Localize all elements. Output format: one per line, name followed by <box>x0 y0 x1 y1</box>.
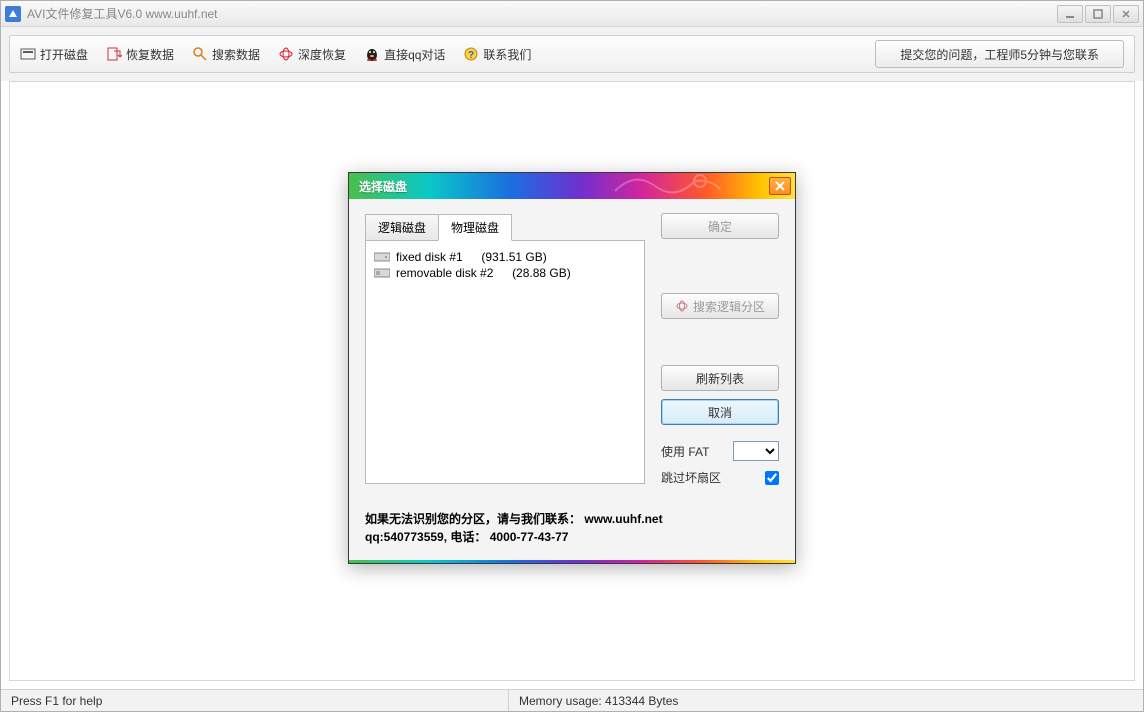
open-disk-label: 打开磁盘 <box>40 46 88 63</box>
dialog-title: 选择磁盘 <box>359 178 769 195</box>
list-item[interactable]: removable disk #2 (28.88 GB) <box>372 265 638 281</box>
hard-disk-icon <box>374 251 390 263</box>
use-fat-row: 使用 FAT <box>661 441 779 461</box>
dialog-border <box>349 560 795 563</box>
ok-button[interactable]: 确定 <box>661 213 779 239</box>
footer-line1: 如果无法识别您的分区，请与我们联系： www.uuhf.net <box>365 510 779 528</box>
ok-label: 确定 <box>708 218 732 235</box>
footer-link[interactable]: www.uuhf.net <box>584 512 662 526</box>
spacer <box>661 247 779 285</box>
disk-size: (931.51 GB) <box>481 250 546 264</box>
skip-bad-checkbox[interactable] <box>765 471 779 485</box>
window-title: AVI文件修复工具V6.0 www.uuhf.net <box>27 5 1057 22</box>
recover-data-label: 恢复数据 <box>126 46 174 63</box>
recover-data-button[interactable]: 恢复数据 <box>106 46 174 63</box>
skip-bad-row: 跳过坏扇区 <box>661 469 779 486</box>
dialog-left-column: 逻辑磁盘 物理磁盘 fixed disk #1 (931.51 GB) remo… <box>365 213 645 486</box>
search-data-label: 搜索数据 <box>212 46 260 63</box>
skip-bad-label: 跳过坏扇区 <box>661 469 721 486</box>
deep-recover-button[interactable]: 深度恢复 <box>278 46 346 63</box>
select-disk-dialog: 选择磁盘 逻辑磁盘 物理磁盘 fixed disk #1 <box>348 172 796 564</box>
refresh-label: 刷新列表 <box>696 370 744 387</box>
deep-recover-icon <box>278 46 294 62</box>
toolbar: 打开磁盘 恢复数据 搜索数据 深度恢复 <box>9 35 1135 73</box>
removable-disk-icon <box>374 267 390 279</box>
qq-chat-label: 直接qq对话 <box>384 46 445 63</box>
dialog-close-button[interactable] <box>769 177 791 195</box>
use-fat-select[interactable] <box>733 441 779 461</box>
window-controls <box>1057 5 1139 23</box>
dialog-footer: 如果无法识别您的分区，请与我们联系： www.uuhf.net qq:54077… <box>349 502 795 560</box>
status-help: Press F1 for help <box>1 690 509 711</box>
deep-recover-label: 深度恢复 <box>298 46 346 63</box>
titlebar: AVI文件修复工具V6.0 www.uuhf.net <box>1 1 1143 27</box>
close-icon <box>1121 9 1131 19</box>
qq-chat-button[interactable]: 直接qq对话 <box>364 46 445 63</box>
statusbar: Press F1 for help Memory usage: 413344 B… <box>1 689 1143 711</box>
minimize-button[interactable] <box>1057 5 1083 23</box>
search-logical-button[interactable]: 搜索逻辑分区 <box>661 293 779 319</box>
footer-line2: qq:540773559, 电话： 4000-77-43-77 <box>365 528 779 546</box>
footer-text: 如果无法识别您的分区，请与我们联系： <box>365 512 581 526</box>
close-button[interactable] <box>1113 5 1139 23</box>
disk-list[interactable]: fixed disk #1 (931.51 GB) removable disk… <box>365 240 645 484</box>
contact-us-button[interactable]: ? 联系我们 <box>463 46 531 63</box>
qq-icon <box>364 46 380 62</box>
open-disk-button[interactable]: 打开磁盘 <box>20 46 88 63</box>
tab-physical-disk[interactable]: 物理磁盘 <box>438 214 512 241</box>
cancel-label: 取消 <box>708 404 732 421</box>
submit-question-button[interactable]: 提交您的问题，工程师5分钟与您联系 <box>875 40 1124 68</box>
app-icon <box>5 6 21 22</box>
disk-size: (28.88 GB) <box>512 266 571 280</box>
dialog-right-column: 确定 搜索逻辑分区 刷新列表 取消 使用 FAT 跳过坏扇区 <box>661 213 779 486</box>
disk-tabs: 逻辑磁盘 物理磁盘 <box>365 213 645 240</box>
maximize-icon <box>1093 9 1103 19</box>
close-icon <box>775 181 785 191</box>
search-icon <box>192 46 208 62</box>
list-item[interactable]: fixed disk #1 (931.51 GB) <box>372 249 638 265</box>
contact-us-label: 联系我们 <box>483 46 531 63</box>
dialog-body: 逻辑磁盘 物理磁盘 fixed disk #1 (931.51 GB) remo… <box>349 199 795 502</box>
submit-question-label: 提交您的问题，工程师5分钟与您联系 <box>900 46 1099 63</box>
refresh-button[interactable]: 刷新列表 <box>661 365 779 391</box>
spacer <box>661 327 779 357</box>
tab-logical-disk[interactable]: 逻辑磁盘 <box>365 214 439 241</box>
maximize-button[interactable] <box>1085 5 1111 23</box>
dialog-titlebar[interactable]: 选择磁盘 <box>349 173 795 199</box>
toolbar-container: 打开磁盘 恢复数据 搜索数据 深度恢复 <box>1 27 1143 81</box>
search-logical-label: 搜索逻辑分区 <box>693 298 765 315</box>
disk-name: removable disk #2 <box>396 266 493 280</box>
svg-text:?: ? <box>468 50 474 61</box>
recover-icon <box>106 46 122 62</box>
tab-logical-label: 逻辑磁盘 <box>378 221 426 235</box>
search-data-button[interactable]: 搜索数据 <box>192 46 260 63</box>
disk-name: fixed disk #1 <box>396 250 463 264</box>
minimize-icon <box>1065 9 1075 19</box>
use-fat-label: 使用 FAT <box>661 443 709 460</box>
status-memory: Memory usage: 413344 Bytes <box>509 690 688 711</box>
search-partition-icon <box>675 300 689 312</box>
tab-physical-label: 物理磁盘 <box>451 221 499 235</box>
cancel-button[interactable]: 取消 <box>661 399 779 425</box>
help-icon: ? <box>463 46 479 62</box>
disk-icon <box>20 46 36 62</box>
